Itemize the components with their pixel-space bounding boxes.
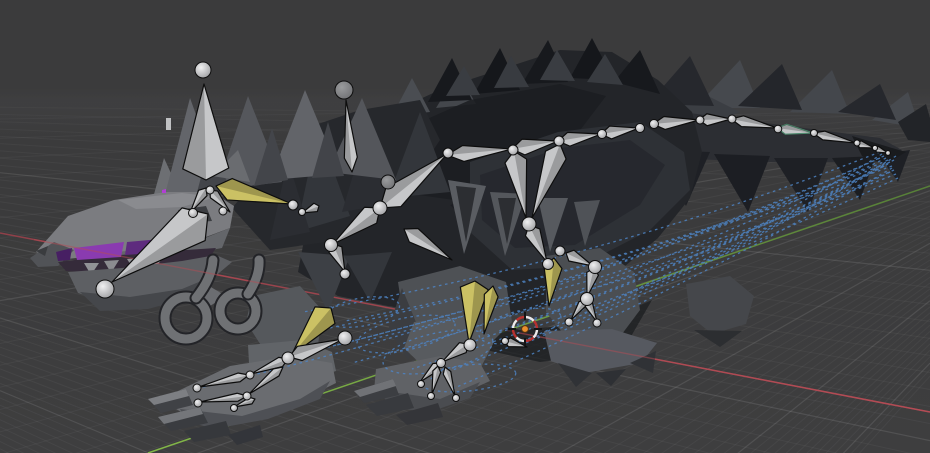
bone-joint[interactable] <box>872 145 877 150</box>
bone-joint[interactable] <box>543 259 554 270</box>
bone-joint[interactable] <box>231 405 238 412</box>
bone-joint[interactable] <box>636 124 645 133</box>
bone-joint[interactable] <box>886 151 891 156</box>
bone-joint[interactable] <box>206 186 214 194</box>
bone-joint[interactable] <box>219 207 227 215</box>
bone-joint[interactable] <box>508 145 518 155</box>
bone-joint[interactable] <box>418 381 425 388</box>
bone-joint[interactable] <box>581 293 594 306</box>
bone-joint[interactable] <box>335 81 353 99</box>
bone-joint[interactable] <box>443 148 453 158</box>
bone-joint[interactable] <box>325 239 338 252</box>
bone-joint[interactable] <box>246 371 254 379</box>
bone-joint[interactable] <box>288 200 298 210</box>
bone-joint[interactable] <box>243 392 251 400</box>
bone-joint[interactable] <box>774 125 782 133</box>
bone-joint[interactable] <box>593 319 601 327</box>
bone-joint[interactable] <box>381 175 395 189</box>
bone-joint[interactable] <box>565 318 573 326</box>
bone-joint[interactable] <box>555 246 565 256</box>
bone-joint[interactable] <box>650 120 659 129</box>
bone-joint[interactable] <box>554 136 564 146</box>
bone-joint[interactable] <box>598 130 607 139</box>
bone-joint[interactable] <box>453 395 460 402</box>
bone-joint[interactable] <box>195 62 211 78</box>
bone-joint[interactable] <box>373 201 387 215</box>
bone-joint[interactable] <box>338 331 352 345</box>
bone-joint[interactable] <box>811 130 818 137</box>
object-origin-dot <box>522 326 529 333</box>
bone-joint[interactable] <box>96 280 114 298</box>
bone-joint[interactable] <box>502 338 509 345</box>
bone-joint[interactable] <box>437 359 446 368</box>
bone-joint[interactable] <box>193 384 201 392</box>
scene-overlay[interactable] <box>0 0 930 453</box>
bone-joint[interactable] <box>696 116 704 124</box>
bone-joint[interactable] <box>299 209 306 216</box>
bone-joint[interactable] <box>854 140 860 146</box>
bone-joint[interactable] <box>340 269 350 279</box>
bone-joint[interactable] <box>282 352 294 364</box>
bone-joint[interactable] <box>522 217 536 231</box>
bone-joint[interactable] <box>428 393 435 400</box>
blender-3d-viewport[interactable] <box>0 0 930 453</box>
bone-joint[interactable] <box>189 209 198 218</box>
bone-joint[interactable] <box>589 261 602 274</box>
bone-joint[interactable] <box>464 339 476 351</box>
bone-joint[interactable] <box>728 115 736 123</box>
bone-joint[interactable] <box>194 399 202 407</box>
